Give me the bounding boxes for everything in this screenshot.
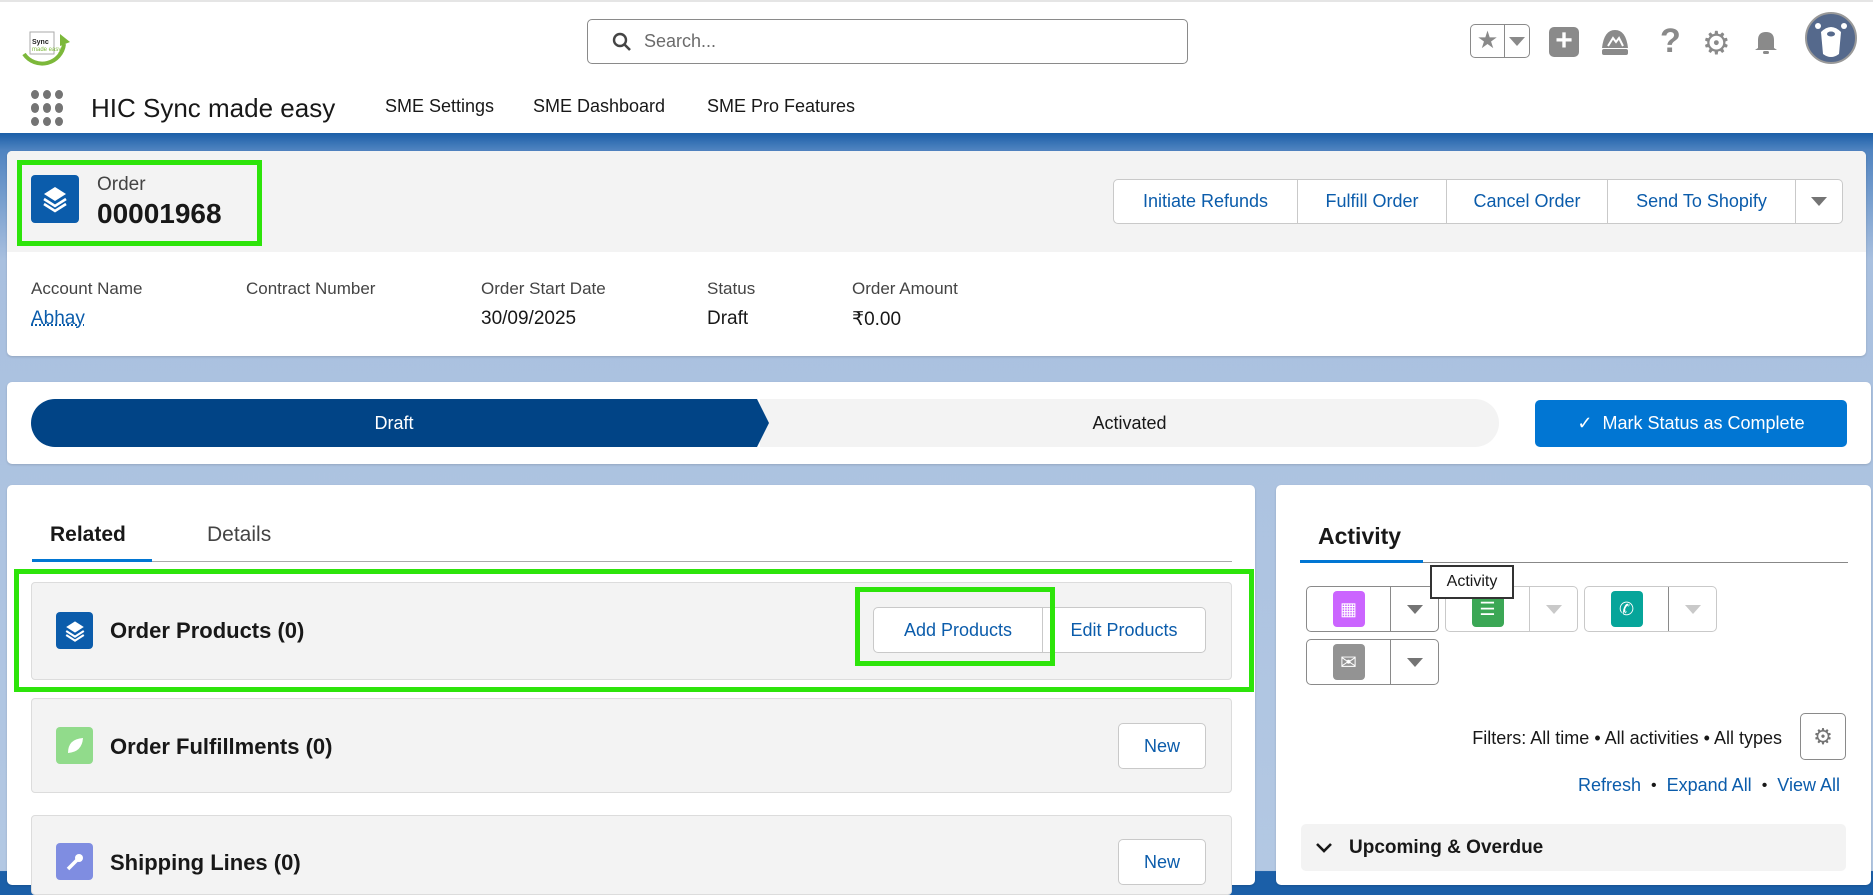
shipping-lines-title[interactable]: Shipping Lines (0) (110, 850, 301, 876)
activity-links: Refresh • Expand All • View All (1577, 775, 1840, 796)
new-event-button[interactable]: ▦ (1306, 586, 1439, 632)
button-label: Mark Status as Complete (1602, 413, 1805, 433)
search-input[interactable]: Search... (587, 19, 1188, 64)
add-products-button[interactable]: Add Products (873, 607, 1043, 653)
field-label: Contract Number (246, 279, 376, 298)
object-label: Order (97, 174, 146, 195)
initiate-refunds-button[interactable]: Initiate Refunds (1113, 179, 1298, 224)
trailhead-icon[interactable] (1600, 28, 1630, 61)
path-stage-draft[interactable]: Draft (31, 399, 769, 447)
wrench-icon (56, 843, 93, 880)
help-icon[interactable]: ? (1660, 22, 1681, 61)
section-title: Upcoming & Overdue (1349, 836, 1544, 858)
new-shipping-line-button[interactable]: New (1118, 839, 1206, 885)
global-header: Sync made easy Search... ★ + ? ⚙ HIC Sync… (0, 0, 1873, 133)
order-icon (31, 175, 79, 223)
tab-details[interactable]: Details (207, 523, 271, 547)
user-avatar[interactable] (1805, 12, 1857, 64)
field-value: Draft (707, 308, 749, 329)
tab-related[interactable]: Related (50, 523, 126, 547)
check-icon: ✓ (1577, 413, 1593, 433)
field-label: Status (707, 279, 756, 298)
calendar-icon: ▦ (1332, 591, 1365, 627)
email-icon: ✉ (1332, 644, 1365, 680)
setup-gear-icon[interactable]: ⚙ (1702, 24, 1731, 62)
chevron-down-icon (1316, 842, 1332, 853)
app-launcher-icon[interactable] (31, 90, 67, 126)
more-actions-button[interactable] (1796, 179, 1843, 224)
nav-sme-settings[interactable]: SME Settings (385, 96, 494, 117)
record-number: 00001968 (97, 198, 222, 229)
filter-settings-gear-icon[interactable]: ⚙ (1800, 713, 1846, 760)
path-stage-activated[interactable]: Activated (760, 399, 1499, 447)
leaf-icon (56, 727, 93, 764)
edit-products-button[interactable]: Edit Products (1042, 607, 1206, 653)
svg-text:Sync: Sync (32, 39, 49, 46)
nav-sme-dashboard[interactable]: SME Dashboard (533, 96, 665, 117)
tab-divider (32, 561, 1232, 562)
phone-icon: ✆ (1610, 591, 1643, 627)
upcoming-overdue-section[interactable]: Upcoming & Overdue (1301, 824, 1846, 871)
tooltip: Activity (1430, 565, 1514, 599)
global-add-icon[interactable]: + (1549, 26, 1579, 57)
chevron-down-icon[interactable] (1669, 587, 1716, 631)
order-products-title[interactable]: Order Products (0) (110, 618, 304, 644)
refresh-link[interactable]: Refresh (1578, 775, 1641, 796)
tab-activity[interactable]: Activity (1318, 523, 1401, 550)
nav-sme-pro-features[interactable]: SME Pro Features (707, 96, 855, 117)
field-label: Account Name (31, 279, 143, 298)
chevron-down-icon[interactable] (1530, 587, 1577, 631)
field-value: 30/09/2025 (481, 308, 577, 329)
search-icon (612, 32, 631, 51)
view-all-link[interactable]: View All (1777, 775, 1840, 796)
field-value: ₹0.00 (852, 309, 902, 330)
chevron-down-icon (1505, 25, 1529, 57)
field-label: Order Amount (852, 279, 958, 298)
star-icon: ★ (1471, 25, 1505, 57)
app-logo[interactable]: Sync made easy (14, 14, 70, 70)
active-tab-indicator (32, 559, 152, 562)
order-fulfillments-title[interactable]: Order Fulfillments (0) (110, 734, 332, 760)
notifications-bell-icon[interactable] (1752, 28, 1780, 61)
activity-filters: Filters: All time • All activities • All… (1472, 728, 1782, 748)
mark-status-complete-button[interactable]: ✓ Mark Status as Complete (1535, 400, 1847, 447)
active-tab-indicator (1300, 560, 1423, 563)
favorites-button[interactable]: ★ (1470, 24, 1530, 58)
chevron-down-icon[interactable] (1391, 640, 1438, 684)
search-placeholder: Search... (644, 31, 717, 51)
fulfill-order-button[interactable]: Fulfill Order (1298, 179, 1447, 224)
expand-all-link[interactable]: Expand All (1667, 775, 1752, 796)
chevron-down-icon (1811, 197, 1827, 206)
field-label: Order Start Date (481, 279, 606, 298)
log-call-button[interactable]: ✆ (1584, 586, 1717, 632)
account-name-link[interactable]: Abhay (31, 308, 85, 330)
send-to-shopify-button[interactable]: Send To Shopify (1608, 179, 1796, 224)
order-products-icon (56, 612, 93, 649)
svg-text:made easy: made easy (32, 47, 61, 53)
cancel-order-button[interactable]: Cancel Order (1447, 179, 1608, 224)
new-fulfillment-button[interactable]: New (1118, 723, 1206, 769)
record-actions: Initiate Refunds Fulfill Order Cancel Or… (1113, 179, 1843, 224)
app-name: HIC Sync made easy (91, 93, 336, 123)
email-button[interactable]: ✉ (1306, 639, 1439, 685)
